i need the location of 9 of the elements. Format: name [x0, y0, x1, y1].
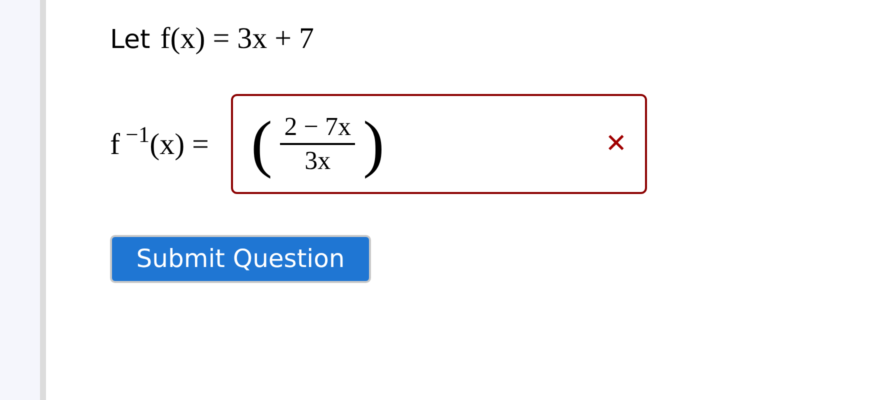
submit-button[interactable]: Submit Question: [110, 235, 371, 283]
open-parenthesis: (: [250, 112, 272, 176]
close-parenthesis: ): [362, 112, 384, 176]
function-expression: f(x) = 3x + 7: [160, 21, 314, 57]
numerator-text: 2 − 7x: [280, 110, 355, 145]
inverse-function-label: f $^{−1}$(x) =: [110, 122, 209, 162]
feedback-mark: ✕: [605, 128, 627, 160]
denominator-text: 3x: [304, 145, 331, 177]
question-text: Let: [110, 24, 150, 57]
